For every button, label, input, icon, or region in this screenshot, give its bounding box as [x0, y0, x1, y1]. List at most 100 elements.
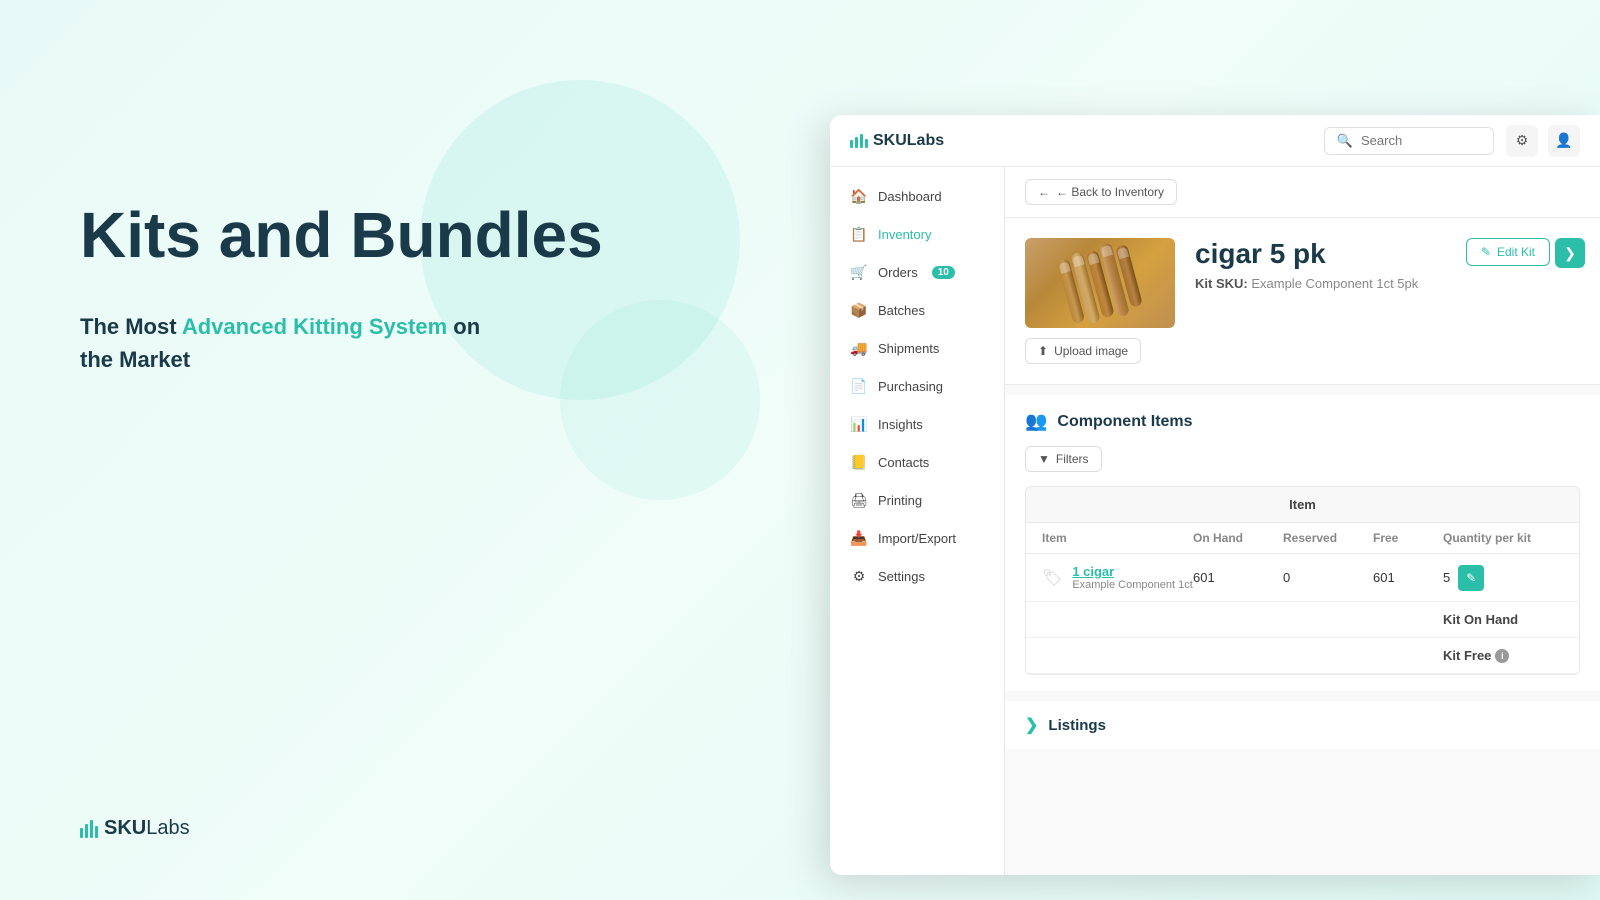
topbar-logo-bars [850, 134, 868, 148]
on-hand-val: 601 [1193, 570, 1283, 585]
user-icon-btn[interactable]: 👤 [1548, 125, 1580, 157]
kit-free-row: Kit Free i [1026, 638, 1579, 674]
product-image [1025, 238, 1175, 328]
more-options-button[interactable]: ❯ [1555, 238, 1585, 268]
search-box[interactable]: 🔍 [1324, 127, 1494, 155]
subtitle-plain: The Most [80, 314, 182, 339]
sidebar-label-purchasing: Purchasing [878, 379, 943, 394]
table-group-header: Item [1026, 487, 1579, 523]
col-on-hand: On Hand [1193, 531, 1283, 545]
topbar-bar-2 [855, 137, 858, 148]
item-name-block: 1 cigar Example Component 1ct [1072, 564, 1192, 591]
sidebar-item-contacts[interactable]: 📒 Contacts [830, 443, 1004, 481]
search-input[interactable] [1361, 133, 1481, 148]
topbar-logo: SKULabs [850, 132, 944, 150]
sidebar-item-printing[interactable]: 🖨 Printing [830, 481, 1004, 519]
sidebar-label-printing: Printing [878, 493, 922, 508]
sidebar-label-import: Import/Export [878, 531, 956, 546]
listings-section[interactable]: ❯ Listings [1005, 701, 1600, 749]
subtitle-highlight: Advanced Kitting System [182, 314, 447, 339]
sidebar-item-settings[interactable]: ⚙ Settings [830, 557, 1004, 595]
logo-bar-3 [90, 820, 93, 838]
contacts-icon: 📒 [850, 453, 868, 471]
filters-button[interactable]: ▼ Filters [1025, 446, 1102, 472]
edit-kit-label: Edit Kit [1497, 245, 1535, 259]
sidebar-label-settings: Settings [878, 569, 925, 584]
item-name-link[interactable]: 1 cigar [1072, 564, 1192, 579]
shipments-icon: 🚚 [850, 339, 868, 357]
logo-bars [80, 820, 98, 838]
kit-on-hand-row: Kit On Hand [1026, 602, 1579, 638]
product-image-area: ⬆ Upload image [1025, 238, 1175, 364]
sidebar-item-shipments[interactable]: 🚚 Shipments [830, 329, 1004, 367]
sidebar-label-orders: Orders [878, 265, 918, 280]
kit-free-label: Kit Free i [1443, 648, 1563, 663]
product-sku: Kit SKU: Example Component 1ct 5pk [1195, 276, 1580, 291]
table-row: 🏷 1 cigar Example Component 1ct 601 0 60… [1026, 554, 1579, 602]
product-header: ⬆ Upload image cigar 5 pk Kit SKU: Examp… [1005, 218, 1600, 385]
group-header-label: Item [1289, 497, 1316, 512]
upload-icon: ⬆ [1038, 344, 1048, 358]
back-bar: ← ← Back to Inventory [1005, 167, 1600, 218]
sidebar-item-purchasing[interactable]: 📄 Purchasing [830, 367, 1004, 405]
table-col-headers: Item On Hand Reserved Free Quantity per … [1026, 523, 1579, 554]
col-item: Item [1042, 531, 1193, 545]
upload-image-button[interactable]: ⬆ Upload image [1025, 338, 1141, 364]
sku-label: Kit SKU: [1195, 276, 1248, 291]
topbar-icons: ⚙ 👤 [1506, 125, 1580, 157]
sidebar-label-shipments: Shipments [878, 341, 939, 356]
orders-icon: 🛒 [850, 263, 868, 281]
logo-sku: SKU [104, 817, 146, 839]
dashboard-icon: 🏠 [850, 187, 868, 205]
sidebar-item-import-export[interactable]: 📥 Import/Export [830, 519, 1004, 557]
sku-value: Example Component 1ct 5pk [1251, 276, 1418, 291]
info-icon: i [1495, 649, 1509, 663]
sidebar-item-orders[interactable]: 🛒 Orders 10 [830, 253, 1004, 291]
pencil-icon: ✎ [1466, 571, 1476, 585]
topbar: SKULabs 🔍 ⚙ 👤 [830, 115, 1600, 167]
edit-qty-button[interactable]: ✎ [1458, 565, 1484, 591]
topbar-bar-4 [865, 139, 868, 148]
back-to-inventory-button[interactable]: ← ← Back to Inventory [1025, 179, 1177, 205]
sidebar-item-batches[interactable]: 📦 Batches [830, 291, 1004, 329]
sidebar-label-insights: Insights [878, 417, 923, 432]
sidebar-item-insights[interactable]: 📊 Insights [830, 405, 1004, 443]
edit-kit-button[interactable]: ✎ Edit Kit [1466, 238, 1550, 266]
topbar-bar-3 [860, 134, 863, 148]
col-free: Free [1373, 531, 1443, 545]
settings-icon: ⚙ [850, 567, 868, 585]
listings-title: Listings [1048, 717, 1106, 734]
col-reserved: Reserved [1283, 531, 1373, 545]
qty-cell: 5 ✎ [1443, 565, 1563, 591]
listings-chevron-icon: ❯ [1025, 715, 1038, 735]
content-area: ← ← Back to Inventory [1005, 167, 1600, 875]
component-items-icon: 👥 [1025, 411, 1047, 432]
reserved-val: 0 [1283, 570, 1373, 585]
insights-icon: 📊 [850, 415, 868, 433]
kit-free-text: Kit Free [1443, 648, 1491, 663]
kit-on-hand-label: Kit On Hand [1443, 612, 1563, 627]
purchasing-icon: 📄 [850, 377, 868, 395]
more-icon: ❯ [1564, 245, 1576, 262]
sidebar-label-dashboard: Dashboard [878, 189, 942, 204]
section-title: Component Items [1057, 413, 1192, 431]
component-items-table: Item Item On Hand Reserved Free Quantity… [1025, 486, 1580, 675]
free-val: 601 [1373, 570, 1443, 585]
logo-bar-1 [80, 828, 83, 838]
sidebar-item-dashboard[interactable]: 🏠 Dashboard [830, 177, 1004, 215]
settings-icon-btn[interactable]: ⚙ [1506, 125, 1538, 157]
section-header: 👥 Component Items [1025, 411, 1580, 432]
sidebar: 🏠 Dashboard 📋 Inventory 🛒 Orders 10 📦 Ba… [830, 167, 1005, 875]
topbar-bar-1 [850, 140, 853, 148]
sidebar-item-inventory[interactable]: 📋 Inventory [830, 215, 1004, 253]
filters-label: Filters [1056, 452, 1089, 466]
orders-badge: 10 [932, 266, 955, 279]
logo-bar-2 [85, 824, 88, 838]
sidebar-label-batches: Batches [878, 303, 925, 318]
component-items-section: 👥 Component Items ▼ Filters Item Item On… [1005, 395, 1600, 691]
marketing-subtitle: The Most Advanced Kitting System onthe M… [80, 310, 630, 376]
upload-label: Upload image [1054, 344, 1128, 358]
item-cell: 🏷 1 cigar Example Component 1ct [1042, 564, 1193, 591]
printing-icon: 🖨 [850, 491, 868, 509]
batches-icon: 📦 [850, 301, 868, 319]
